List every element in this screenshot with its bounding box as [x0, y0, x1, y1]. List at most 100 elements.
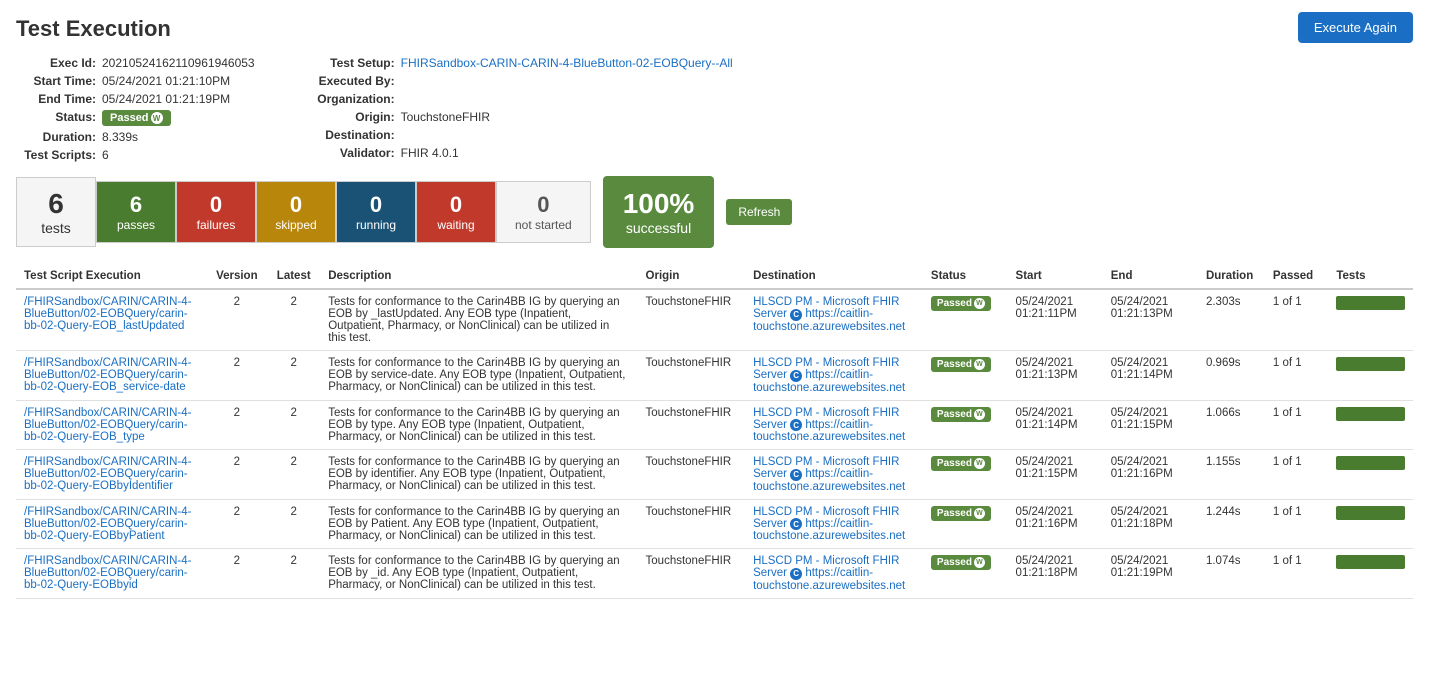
passed-cell: 1 of 1 — [1265, 351, 1328, 401]
destination-link[interactable]: HLSCD PM - Microsoft FHIR Server C https… — [753, 407, 905, 444]
duration-cell: 2.303s — [1198, 289, 1265, 351]
passed-cell: 1 of 1 — [1265, 400, 1328, 450]
test-setup-link[interactable]: FHIRSandbox-CARIN-CARIN-4-BlueButton-02-… — [401, 56, 733, 70]
origin-cell: TouchstoneFHIR — [638, 351, 746, 401]
end-cell: 05/24/202101:21:18PM — [1103, 499, 1198, 549]
col-header-status: Status — [923, 264, 1008, 289]
script-link[interactable]: /FHIRSandbox/CARIN/CARIN-4-BlueButton/02… — [24, 296, 191, 332]
executed-by-label: Executed By: — [315, 74, 395, 88]
passes-count: 6 — [115, 192, 157, 218]
duration-cell: 0.969s — [1198, 351, 1265, 401]
destination-link[interactable]: HLSCD PM - Microsoft FHIR Server C https… — [753, 357, 905, 394]
passed-badge: Passed W — [931, 357, 991, 372]
summary-bar: 6 tests 6 passes 0 failures 0 skipped 0 … — [16, 176, 1413, 248]
end-time-label: End Time: — [16, 92, 96, 106]
start-cell: 05/24/202101:21:11PM — [1008, 289, 1103, 351]
passed-badge: Passed W — [931, 407, 991, 422]
failures-count: 0 — [195, 192, 237, 218]
passed-cell: 1 of 1 — [1265, 289, 1328, 351]
w-indicator: W — [974, 458, 985, 469]
not-started-summary: 0 not started — [496, 181, 591, 243]
execute-again-button[interactable]: Execute Again — [1298, 12, 1413, 43]
test-setup-label: Test Setup: — [315, 56, 395, 70]
script-link[interactable]: /FHIRSandbox/CARIN/CARIN-4-BlueButton/02… — [24, 506, 191, 542]
destination-link[interactable]: HLSCD PM - Microsoft FHIR Server C https… — [753, 506, 905, 543]
test-scripts-value: 6 — [102, 148, 109, 162]
header-info: Exec Id: 20210524162110961946053 Start T… — [16, 56, 1413, 162]
success-box: 100% successful — [603, 176, 715, 248]
progress-bar — [1336, 555, 1405, 569]
page-title: Test Execution — [16, 16, 1413, 42]
table-row: /FHIRSandbox/CARIN/CARIN-4-BlueButton/02… — [16, 400, 1413, 450]
destination-link[interactable]: HLSCD PM - Microsoft FHIR Server C https… — [753, 456, 905, 493]
start-cell: 05/24/202101:21:13PM — [1008, 351, 1103, 401]
duration-cell: 1.244s — [1198, 499, 1265, 549]
end-cell: 05/24/202101:21:16PM — [1103, 450, 1198, 500]
table-row: /FHIRSandbox/CARIN/CARIN-4-BlueButton/02… — [16, 499, 1413, 549]
script-link[interactable]: /FHIRSandbox/CARIN/CARIN-4-BlueButton/02… — [24, 407, 191, 443]
running-count: 0 — [355, 192, 397, 218]
table-header: Test Script Execution Version Latest Des… — [16, 264, 1413, 289]
start-cell: 05/24/202101:21:14PM — [1008, 400, 1103, 450]
waiting-label: waiting — [435, 218, 477, 232]
waiting-count: 0 — [435, 192, 477, 218]
start-cell: 05/24/202101:21:16PM — [1008, 499, 1103, 549]
col-header-passed: Passed — [1265, 264, 1328, 289]
destination-link[interactable]: HLSCD PM - Microsoft FHIR Server C https… — [753, 296, 905, 333]
status-cell: Passed W — [923, 549, 1008, 599]
tests-cell — [1328, 351, 1413, 401]
latest-cell: 2 — [267, 289, 320, 351]
col-header-duration: Duration — [1198, 264, 1265, 289]
origin-cell: TouchstoneFHIR — [638, 400, 746, 450]
script-link[interactable]: /FHIRSandbox/CARIN/CARIN-4-BlueButton/02… — [24, 357, 191, 393]
script-link[interactable]: /FHIRSandbox/CARIN/CARIN-4-BlueButton/02… — [24, 555, 191, 591]
description-cell: Tests for conformance to the Carin4BB IG… — [320, 351, 637, 401]
failures-label: failures — [195, 218, 237, 232]
start-time-label: Start Time: — [16, 74, 96, 88]
tests-cell — [1328, 400, 1413, 450]
col-header-destination: Destination — [745, 264, 923, 289]
col-header-start: Start — [1008, 264, 1103, 289]
validator-value: FHIR 4.0.1 — [401, 146, 459, 160]
w-indicator: W — [974, 557, 985, 568]
waiting-summary: 0 waiting — [416, 181, 496, 243]
failures-summary: 0 failures — [176, 181, 256, 243]
refresh-button[interactable]: Refresh — [726, 199, 792, 225]
destination-cell: HLSCD PM - Microsoft FHIR Server C https… — [745, 400, 923, 450]
test-results-table: Test Script Execution Version Latest Des… — [16, 264, 1413, 599]
start-cell: 05/24/202101:21:15PM — [1008, 450, 1103, 500]
duration-value: 8.339s — [102, 130, 138, 144]
version-cell: 2 — [206, 289, 267, 351]
latest-cell: 2 — [267, 549, 320, 599]
description-cell: Tests for conformance to the Carin4BB IG… — [320, 499, 637, 549]
origin-cell: TouchstoneFHIR — [638, 289, 746, 351]
tests-cell — [1328, 549, 1413, 599]
end-time-value: 05/24/2021 01:21:19PM — [102, 92, 230, 106]
skipped-summary: 0 skipped — [256, 181, 336, 243]
running-summary: 0 running — [336, 181, 416, 243]
skipped-count: 0 — [275, 192, 317, 218]
destination-link[interactable]: HLSCD PM - Microsoft FHIR Server C https… — [753, 555, 905, 592]
table-body: /FHIRSandbox/CARIN/CARIN-4-BlueButton/02… — [16, 289, 1413, 598]
validator-label: Validator: — [315, 146, 395, 160]
passed-badge: Passed W — [931, 506, 991, 521]
col-header-end: End — [1103, 264, 1198, 289]
table-row: /FHIRSandbox/CARIN/CARIN-4-BlueButton/02… — [16, 289, 1413, 351]
tests-summary: 6 tests — [16, 177, 96, 247]
col-header-origin: Origin — [638, 264, 746, 289]
table-row: /FHIRSandbox/CARIN/CARIN-4-BlueButton/02… — [16, 351, 1413, 401]
w-indicator: W — [974, 508, 985, 519]
running-label: running — [355, 218, 397, 232]
description-cell: Tests for conformance to the Carin4BB IG… — [320, 289, 637, 351]
status-text: Passed — [110, 112, 149, 124]
version-cell: 2 — [206, 450, 267, 500]
status-cell: Passed W — [923, 289, 1008, 351]
script-link[interactable]: /FHIRSandbox/CARIN/CARIN-4-BlueButton/02… — [24, 456, 191, 492]
end-cell: 05/24/202101:21:19PM — [1103, 549, 1198, 599]
status-cell: Passed W — [923, 351, 1008, 401]
duration-cell: 1.155s — [1198, 450, 1265, 500]
header-col-left: Exec Id: 20210524162110961946053 Start T… — [16, 56, 255, 162]
latest-cell: 2 — [267, 400, 320, 450]
origin-cell: TouchstoneFHIR — [638, 549, 746, 599]
success-label: successful — [623, 220, 695, 236]
